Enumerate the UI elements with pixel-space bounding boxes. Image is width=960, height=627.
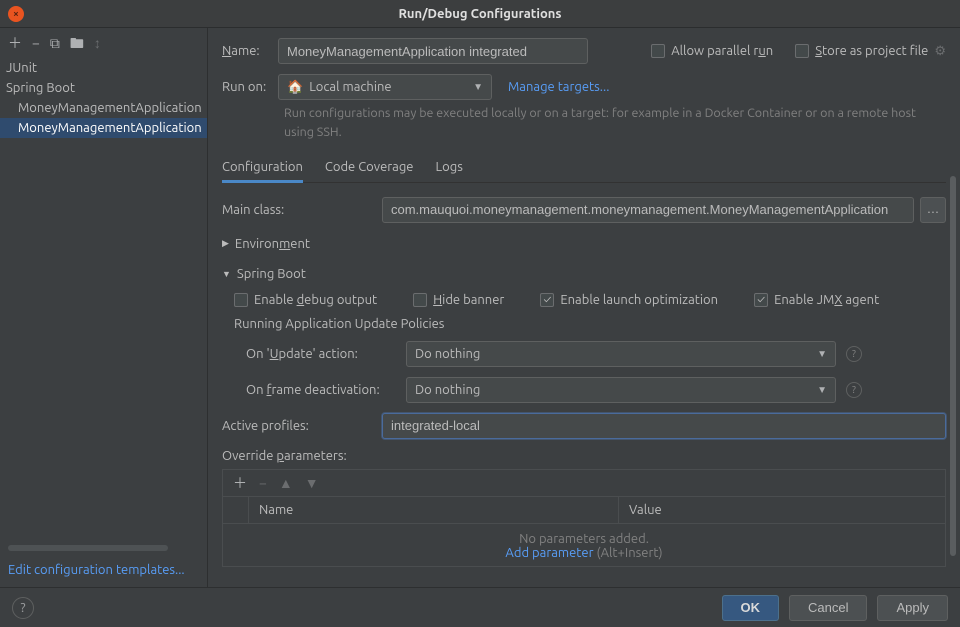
on-update-combo[interactable]: Do nothing ▼ bbox=[406, 341, 836, 367]
on-update-label: On 'Update' action: bbox=[246, 347, 406, 361]
add-parameter-hint: (Alt+Insert) bbox=[594, 546, 663, 560]
param-up-icon[interactable]: ▲ bbox=[279, 476, 293, 490]
active-profiles-label: Active profiles: bbox=[222, 419, 382, 433]
store-project-file-checkbox[interactable]: Store as project file bbox=[795, 44, 928, 58]
springboot-section[interactable]: ▼ Spring Boot bbox=[222, 263, 946, 285]
combo-value: Do nothing bbox=[415, 347, 480, 361]
params-table-header: Name Value bbox=[222, 496, 946, 524]
checkbox-box bbox=[540, 293, 554, 307]
combo-value: Do nothing bbox=[415, 383, 480, 397]
hide-banner-checkbox[interactable]: Hide banner bbox=[413, 293, 504, 307]
on-frame-label: On frame deactivation: bbox=[246, 383, 406, 397]
window-title: Run/Debug Configurations bbox=[398, 7, 561, 21]
add-config-icon[interactable]: ＋ bbox=[8, 36, 22, 50]
chevron-down-icon: ▼ bbox=[222, 269, 231, 279]
apply-button[interactable]: Apply bbox=[877, 595, 948, 621]
sort-config-icon[interactable]: ↕ bbox=[94, 36, 101, 50]
tab-configuration[interactable]: Configuration bbox=[222, 154, 303, 182]
save-config-icon[interactable]: 🖿 bbox=[70, 36, 84, 50]
tree-item[interactable]: MoneyManagementApplication bbox=[0, 98, 207, 118]
checkbox-label: Hide banner bbox=[433, 293, 504, 307]
enable-debug-checkbox[interactable]: Enable debug output bbox=[234, 293, 377, 307]
config-tabs: Configuration Code Coverage Logs bbox=[222, 154, 946, 183]
sidebar-toolbar: ＋ − ⧉ 🖿 ↕ bbox=[0, 28, 207, 58]
window-close-button[interactable]: × bbox=[8, 6, 24, 22]
checkbox-label: Store as project file bbox=[815, 44, 928, 58]
chevron-right-icon: ▶ bbox=[222, 238, 229, 249]
manage-targets-link[interactable]: Manage targets... bbox=[508, 80, 609, 94]
checkbox-label: Enable launch optimization bbox=[560, 293, 718, 307]
titlebar: × Run/Debug Configurations bbox=[0, 0, 960, 28]
tree-category-junit[interactable]: JUnit bbox=[0, 58, 207, 78]
config-name-input[interactable] bbox=[278, 38, 588, 64]
override-params-label: Override parameters: bbox=[222, 449, 946, 463]
run-on-label: Run on: bbox=[222, 80, 278, 94]
param-add-icon[interactable]: ＋ bbox=[233, 476, 247, 490]
chevron-down-icon: ▼ bbox=[817, 348, 827, 360]
cancel-button[interactable]: Cancel bbox=[789, 595, 867, 621]
configurations-sidebar: ＋ − ⧉ 🖿 ↕ JUnit Spring Boot MoneyManagem… bbox=[0, 28, 208, 587]
chevron-down-icon: ▼ bbox=[817, 384, 827, 396]
col-name: Name bbox=[249, 497, 619, 523]
tree-category-springboot[interactable]: Spring Boot bbox=[0, 78, 207, 98]
checkbox-box bbox=[795, 44, 809, 58]
checkbox-box bbox=[413, 293, 427, 307]
enable-launch-opt-checkbox[interactable]: Enable launch optimization bbox=[540, 293, 718, 307]
param-down-icon[interactable]: ▼ bbox=[305, 476, 319, 490]
chevron-down-icon: ▼ bbox=[473, 81, 483, 93]
configuration-panel: Name: Allow parallel run Store as projec… bbox=[208, 28, 960, 587]
params-table-toolbar: ＋ − ▲ ▼ bbox=[222, 469, 946, 496]
main-class-label: Main class: bbox=[222, 203, 382, 217]
allow-parallel-checkbox[interactable]: Allow parallel run bbox=[651, 44, 773, 58]
main-class-input[interactable] bbox=[382, 197, 914, 223]
checkbox-label: Enable JMX agent bbox=[774, 293, 879, 307]
gear-icon[interactable]: ⚙ bbox=[934, 44, 946, 59]
no-params-text: No parameters added. bbox=[223, 532, 945, 546]
config-tree[interactable]: JUnit Spring Boot MoneyManagementApplica… bbox=[0, 58, 207, 543]
tree-item-label: MoneyManagementApplication bbox=[18, 121, 202, 135]
col-value: Value bbox=[619, 497, 945, 523]
run-on-help-text: Run configurations may be executed local… bbox=[284, 104, 946, 142]
name-label: Name: bbox=[222, 44, 278, 58]
on-frame-combo[interactable]: Do nothing ▼ bbox=[406, 377, 836, 403]
checkbox-box bbox=[754, 293, 768, 307]
tab-code-coverage[interactable]: Code Coverage bbox=[325, 154, 414, 182]
checkbox-label: Enable debug output bbox=[254, 293, 377, 307]
ok-button[interactable]: OK bbox=[722, 595, 780, 621]
params-table-body: No parameters added. Add parameter (Alt+… bbox=[222, 524, 946, 567]
enable-jmx-checkbox[interactable]: Enable JMX agent bbox=[754, 293, 879, 307]
machine-icon: 🏠 bbox=[287, 80, 303, 95]
col-enabled bbox=[223, 497, 249, 523]
help-icon[interactable]: ? bbox=[846, 382, 862, 398]
browse-main-class-button[interactable]: … bbox=[920, 197, 946, 223]
remove-config-icon[interactable]: − bbox=[32, 36, 40, 50]
sidebar-horizontal-scrollbar[interactable] bbox=[8, 545, 168, 551]
checkbox-box bbox=[651, 44, 665, 58]
add-parameter-link[interactable]: Add parameter bbox=[505, 546, 593, 560]
running-policies-title: Running Application Update Policies bbox=[234, 317, 946, 331]
run-on-value: Local machine bbox=[309, 80, 391, 94]
dialog-footer: ? OK Cancel Apply bbox=[0, 587, 960, 627]
environment-section[interactable]: ▶ Environment bbox=[222, 233, 946, 255]
edit-templates-link[interactable]: Edit configuration templates... bbox=[0, 553, 207, 587]
active-profiles-input[interactable] bbox=[382, 413, 946, 439]
help-icon[interactable]: ? bbox=[846, 346, 862, 362]
checkbox-label: Allow parallel run bbox=[671, 44, 773, 58]
section-label: Environment bbox=[235, 237, 310, 251]
run-on-combo[interactable]: 🏠 Local machine ▼ bbox=[278, 74, 492, 100]
tree-item-label: MoneyManagementApplication bbox=[18, 101, 202, 115]
copy-config-icon[interactable]: ⧉ bbox=[50, 36, 60, 50]
param-remove-icon[interactable]: − bbox=[259, 476, 267, 490]
tab-logs[interactable]: Logs bbox=[436, 154, 463, 182]
content-vertical-scrollbar[interactable] bbox=[950, 176, 956, 556]
help-button[interactable]: ? bbox=[12, 597, 34, 619]
tree-item-selected[interactable]: MoneyManagementApplication bbox=[0, 118, 207, 138]
section-label: Spring Boot bbox=[237, 267, 306, 281]
checkbox-box bbox=[234, 293, 248, 307]
